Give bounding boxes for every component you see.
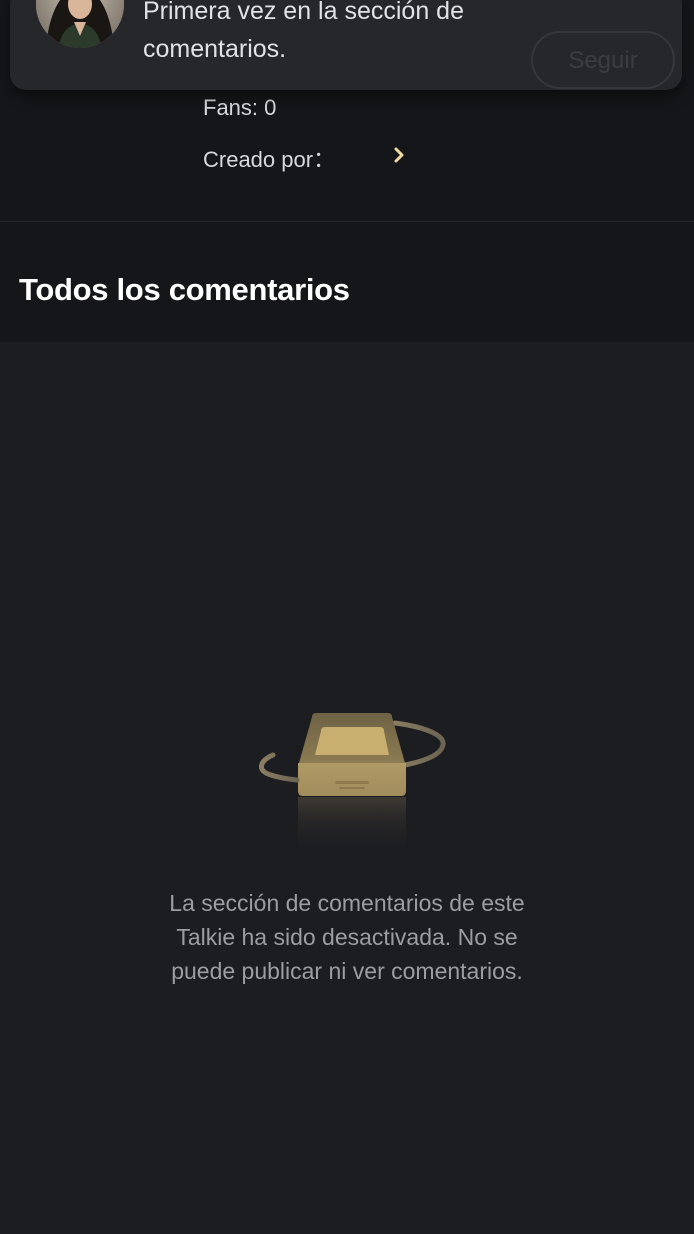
chevron-right-icon [394,147,404,163]
created-by-row[interactable]: Creado por： [203,142,423,172]
comments-disabled-message: La sección de comentarios de este Talkie… [169,890,525,984]
empty-tray-icon [259,713,446,857]
notification-banner[interactable]: Primera vez en la sección de comentarios… [10,0,682,90]
notification-message: Primera vez en la sección de comentarios… [143,0,464,63]
talkie-detail-page: Fans: 0 Creado por： Todos los comentario… [0,0,694,1234]
avatar [36,0,124,48]
created-by-label: Creado por： [203,147,336,172]
avatar-image [36,0,124,48]
comments-header: Todos los comentarios [0,222,694,342]
fans-count: Fans: 0 [203,95,277,120]
comments-title: Todos los comentarios [19,272,350,307]
follow-button[interactable]: Seguir [531,31,675,89]
